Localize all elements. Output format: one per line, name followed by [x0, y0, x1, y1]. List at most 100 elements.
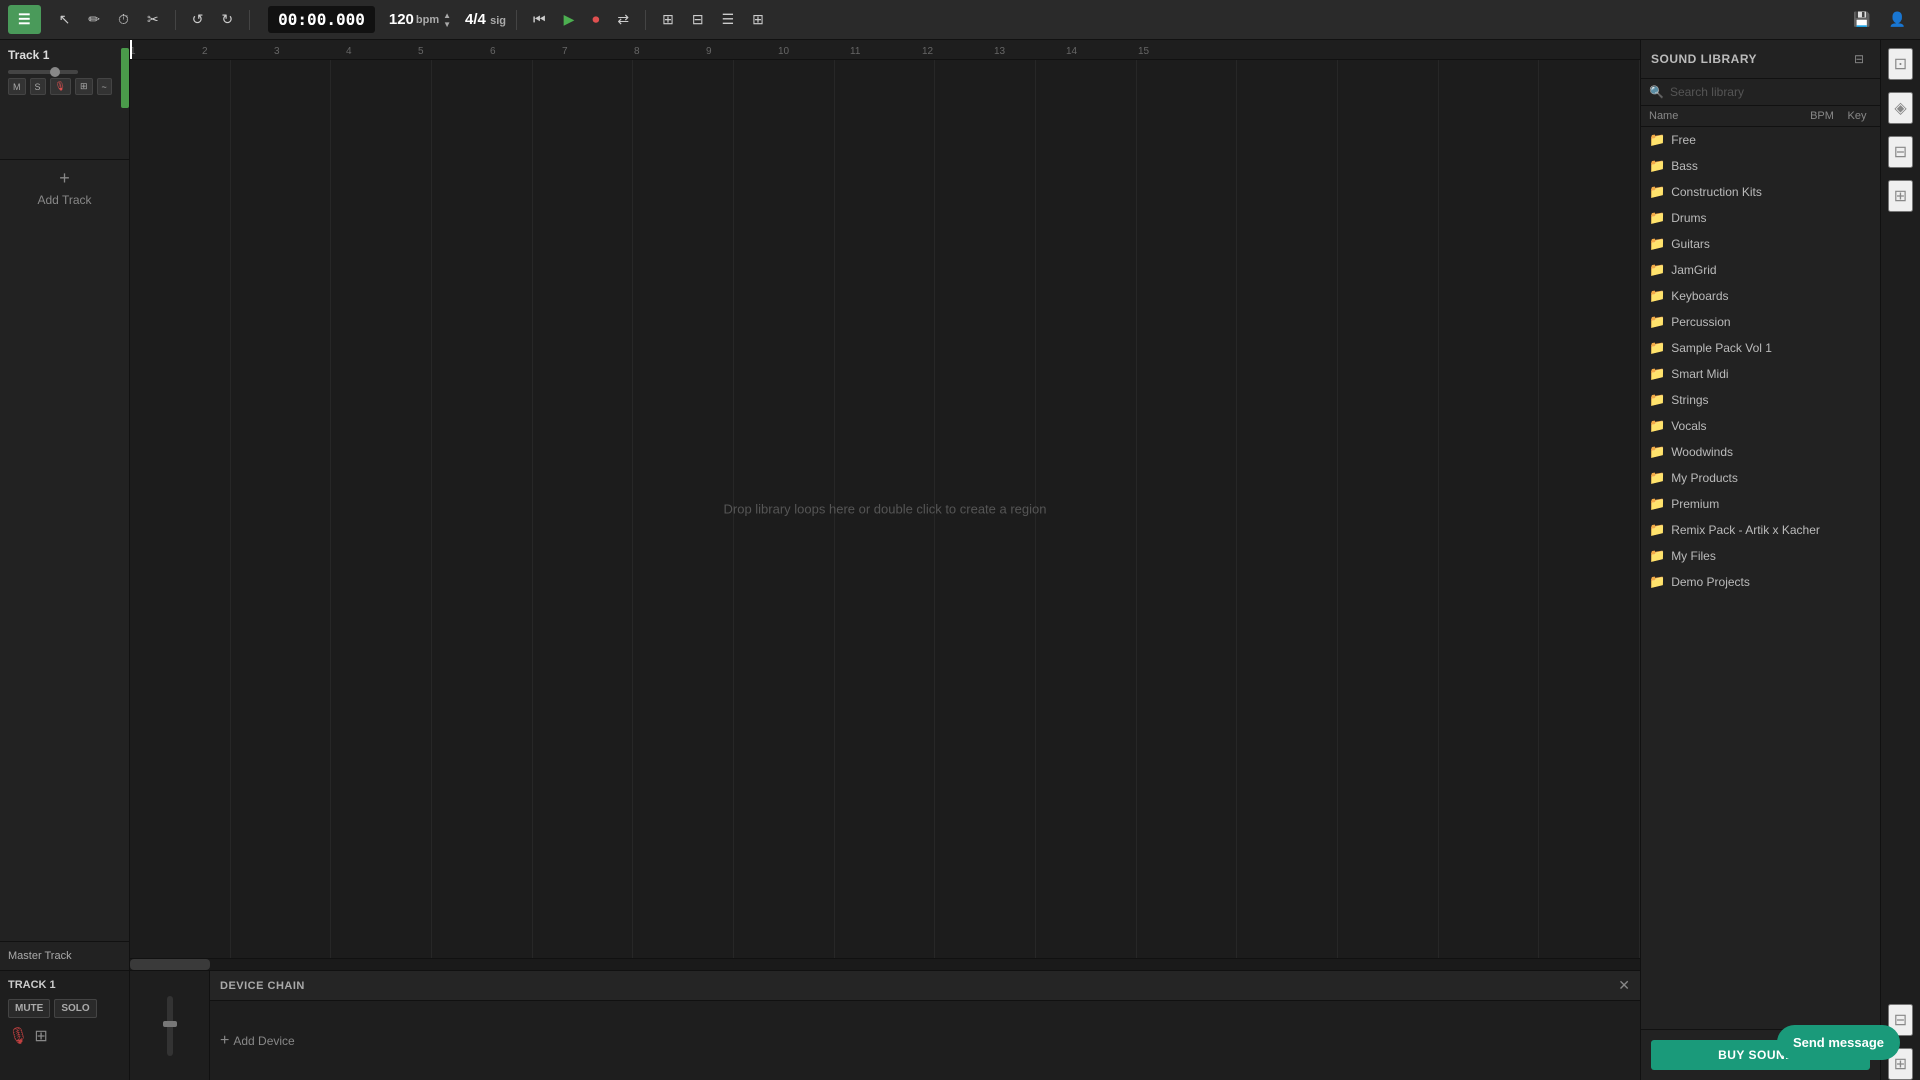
grid-icon: ⊞	[752, 11, 764, 28]
save-button[interactable]: 💾	[1847, 7, 1876, 32]
mute-solo-buttons: MUTE SOLO	[8, 999, 121, 1018]
loop-button[interactable]: ⇄	[611, 7, 635, 32]
far-right-panel: ⊡ ◈ ⊟ ⊞ ⊟ ⊞	[1880, 40, 1920, 1080]
library-item-16[interactable]: 📁My Files	[1641, 543, 1880, 569]
menu-button[interactable]: ☰	[8, 5, 41, 34]
library-item-name-1: Bass	[1671, 159, 1698, 173]
library-item-4[interactable]: 📁Guitars	[1641, 231, 1880, 257]
bottom-eq-btn[interactable]: ⊞	[34, 1026, 47, 1046]
undo-button[interactable]: ↺	[186, 7, 210, 32]
library-item-name-8: Sample Pack Vol 1	[1671, 341, 1772, 355]
library-item-8[interactable]: 📁Sample Pack Vol 1	[1641, 335, 1880, 361]
pencil-tool-button[interactable]: ✏	[82, 7, 106, 32]
grid-button[interactable]: ⊞	[746, 7, 770, 32]
timeline-scrollbar[interactable]	[130, 958, 1640, 970]
grid-line-3	[331, 60, 432, 958]
library-settings-button[interactable]: ⊟	[1848, 48, 1870, 70]
bpm-value[interactable]: 120	[389, 11, 414, 28]
library-item-3[interactable]: 📁Drums	[1641, 205, 1880, 231]
track-1-controls: M S 🎙 ⊞ ~	[8, 78, 121, 95]
user-button[interactable]: 👤	[1883, 7, 1912, 32]
align-button[interactable]: ⊞	[656, 7, 680, 32]
library-item-name-9: Smart Midi	[1671, 367, 1728, 381]
bottom-fader-thumb[interactable]	[163, 1021, 177, 1027]
play-button[interactable]: ▶	[558, 7, 581, 32]
library-item-name-2: Construction Kits	[1671, 185, 1762, 199]
library-search-input[interactable]	[1670, 85, 1872, 99]
library-item-10[interactable]: 📁Strings	[1641, 387, 1880, 413]
bottom-record-btn[interactable]: 🎙	[8, 1026, 28, 1046]
track-1-mute-btn[interactable]: M	[8, 78, 26, 95]
solo-button[interactable]: SOLO	[54, 999, 96, 1018]
track-1-solo-btn[interactable]: S	[30, 78, 46, 95]
track-1-record-btn[interactable]: 🎙	[50, 78, 71, 95]
scissors-tool-button[interactable]: ✂	[141, 7, 165, 32]
time-display: 00:00.000	[268, 6, 375, 33]
library-item-7[interactable]: 📁Percussion	[1641, 309, 1880, 335]
ruler-mark-4: 4	[346, 46, 352, 57]
grid-line-14	[1439, 60, 1540, 958]
library-item-name-7: Percussion	[1671, 315, 1730, 329]
folder-icon-16: 📁	[1649, 548, 1665, 564]
library-item-15[interactable]: 📁Remix Pack - Artik x Kacher	[1641, 517, 1880, 543]
folder-icon-17: 📁	[1649, 574, 1665, 590]
select-tool-button[interactable]: ↖	[53, 7, 77, 32]
track-labels: Track 1 M S 🎙 ⊞ ~ + Track 1	[0, 40, 130, 970]
record-button[interactable]: ⏺	[586, 7, 605, 32]
track-1-fx-btn[interactable]: ⊞	[75, 78, 93, 95]
add-device-button[interactable]: + Add Device	[220, 1032, 295, 1050]
far-right-icon-1[interactable]: ⊡	[1888, 48, 1913, 80]
library-item-name-6: Keyboards	[1671, 289, 1728, 303]
tracks-panel: Track 1 M S 🎙 ⊞ ~ + Track 1	[0, 40, 1640, 970]
send-message-button[interactable]: Send message	[1777, 1025, 1900, 1060]
track-1-volume-slider[interactable]	[8, 70, 78, 74]
library-item-0[interactable]: 📁Free	[1641, 127, 1880, 153]
scrollbar-thumb[interactable]	[130, 959, 210, 970]
grid-line-6	[633, 60, 734, 958]
device-chain-close-button[interactable]: ✕	[1618, 977, 1630, 994]
far-right-icon-4[interactable]: ⊞	[1888, 180, 1913, 212]
redo-icon: ↻	[221, 11, 233, 28]
time-signature[interactable]: 4/4 sig	[465, 11, 506, 28]
playhead	[130, 40, 132, 59]
quantize-button[interactable]: ☰	[716, 7, 741, 32]
library-item-13[interactable]: 📁My Products	[1641, 465, 1880, 491]
rewind-button[interactable]: ⏮	[527, 7, 552, 32]
redo-button[interactable]: ↻	[215, 7, 239, 32]
bottom-left: TRACK 1 MUTE SOLO 🎙 ⊞	[0, 971, 130, 1080]
undo-icon: ↺	[192, 11, 204, 28]
track-area: Track 1 M S 🎙 ⊞ ~ + Track 1	[0, 40, 1640, 1080]
library-item-11[interactable]: 📁Vocals	[1641, 413, 1880, 439]
library-item-name-12: Woodwinds	[1671, 445, 1733, 459]
add-track-button[interactable]: + Track 1 Add Track	[0, 160, 129, 215]
select-icon: ↖	[59, 11, 71, 28]
folder-icon-15: 📁	[1649, 522, 1665, 538]
library-item-5[interactable]: 📁JamGrid	[1641, 257, 1880, 283]
divider-4	[645, 10, 646, 30]
ruler-mark-9: 9	[706, 46, 712, 57]
library-item-name-4: Guitars	[1671, 237, 1710, 251]
library-item-name-5: JamGrid	[1671, 263, 1716, 277]
library-item-1[interactable]: 📁Bass	[1641, 153, 1880, 179]
library-item-12[interactable]: 📁Woodwinds	[1641, 439, 1880, 465]
library-item-14[interactable]: 📁Premium	[1641, 491, 1880, 517]
far-right-icon-3[interactable]: ⊟	[1888, 136, 1913, 168]
snap-icon: ⊟	[692, 11, 704, 28]
library-item-9[interactable]: 📁Smart Midi	[1641, 361, 1880, 387]
track-1-automation-btn[interactable]: ~	[97, 78, 112, 95]
ruler-mark-12: 12	[922, 46, 933, 57]
snap-button[interactable]: ⊟	[686, 7, 710, 32]
mute-button[interactable]: MUTE	[8, 999, 50, 1018]
user-icon: 👤	[1889, 11, 1906, 28]
clock-tool-button[interactable]: ⏱	[112, 7, 135, 32]
library-item-2[interactable]: 📁Construction Kits	[1641, 179, 1880, 205]
ruler-mark-8: 8	[634, 46, 640, 57]
bpm-arrows[interactable]: ▲ ▼	[443, 11, 451, 29]
bottom-track-icons: 🎙 ⊞	[8, 1026, 121, 1046]
far-right-icon-2[interactable]: ◈	[1888, 92, 1912, 124]
library-item-6[interactable]: 📁Keyboards	[1641, 283, 1880, 309]
device-chain-content: + Add Device	[210, 1001, 1640, 1080]
rewind-icon: ⏮	[533, 11, 546, 28]
library-item-17[interactable]: 📁Demo Projects	[1641, 569, 1880, 595]
track-content[interactable]: Drop library loops here or double click …	[130, 60, 1640, 958]
